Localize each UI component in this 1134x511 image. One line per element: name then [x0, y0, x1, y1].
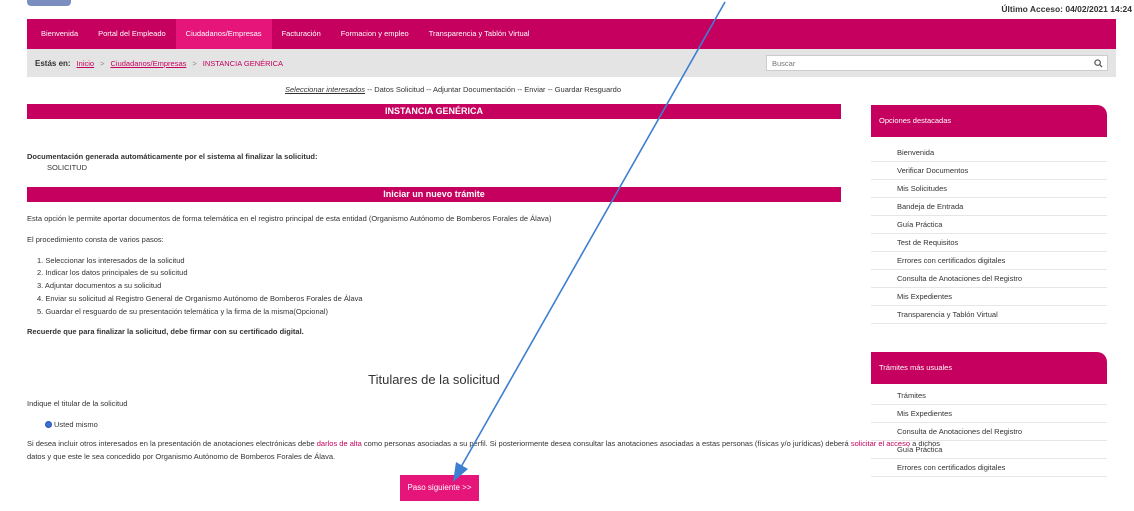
- logo: [27, 0, 71, 6]
- holders-title: Titulares de la solicitud: [368, 372, 500, 387]
- search-box: [766, 55, 1108, 71]
- holder-prompt: Indique el titular de la solicitud: [27, 399, 128, 408]
- sidebar-item-consulta-anotaciones[interactable]: Consulta de Anotaciones del Registro: [871, 270, 1107, 288]
- breadcrumb: Estás en: Inicio > Ciudadanos/Empresas >…: [27, 49, 1116, 77]
- procedure-step: 2. Indicar los datos principales de su s…: [37, 268, 188, 277]
- sidebar-item-errores-certificados[interactable]: Errores con certificados digitales: [871, 252, 1107, 270]
- signature-reminder: Recuerde que para finalizar la solicitud…: [27, 327, 304, 336]
- breadcrumb-separator: >: [100, 58, 105, 68]
- instance-title: INSTANCIA GENÉRICA: [27, 104, 841, 119]
- search-input[interactable]: [767, 56, 1089, 70]
- procedure-step: 4. Enviar su solicitud al Registro Gener…: [37, 294, 363, 303]
- wizard-step-current: Seleccionar interesados: [285, 85, 366, 94]
- breadcrumb-label: Estás en:: [35, 58, 71, 68]
- register-associates-link[interactable]: darlos de alta: [317, 439, 362, 448]
- doc-generated-label: Documentación generada automáticamente p…: [27, 152, 318, 161]
- holders-info: Si desea incluir otros interesados en la…: [27, 439, 940, 448]
- breadcrumb-current: INSTANCIA GENÉRICA: [202, 58, 284, 68]
- holders-info-text: como personas asociadas a su perfil. Si …: [361, 439, 851, 448]
- nav-item-facturacion[interactable]: Facturación: [272, 19, 331, 49]
- featured-options-panel: Opciones destacadas Bienvenida Verificar…: [871, 105, 1107, 324]
- last-access-label: Último Acceso: 04/02/2021 14:24: [1001, 4, 1132, 14]
- sidebar-item-errores-certificados[interactable]: Errores con certificados digitales: [871, 459, 1107, 477]
- sidebar-item-bienvenida[interactable]: Bienvenida: [871, 144, 1107, 162]
- nav-item-ciudadanos-empresas[interactable]: Ciudadanos/Empresas: [175, 19, 272, 49]
- breadcrumb-inicio[interactable]: Inicio: [77, 59, 95, 68]
- sidebar-item-tramites[interactable]: Trámites: [871, 387, 1107, 405]
- holders-info-text: Si desea incluir otros interesados en la…: [27, 439, 317, 448]
- radio-selected-icon[interactable]: [45, 421, 52, 428]
- new-procedure-section: Iniciar un nuevo trámite: [27, 187, 841, 202]
- nav-item-transparencia[interactable]: Transparencia y Tablón Virtual: [419, 19, 540, 49]
- usual-procedures-title: Trámites más usuales: [871, 352, 1107, 384]
- holders-info-line2: datos y que este le sea concedido por Or…: [27, 452, 336, 461]
- holder-option-label: Usted mismo: [54, 420, 98, 429]
- breadcrumb-ciudadanos[interactable]: Ciudadanos/Empresas: [110, 59, 186, 68]
- breadcrumb-separator: >: [192, 58, 197, 68]
- usual-procedures-panel: Trámites más usuales Trámites Mis Expedi…: [871, 352, 1107, 477]
- sidebar-item-mis-solicitudes[interactable]: Mis Solicitudes: [871, 180, 1107, 198]
- procedure-step: 5. Guardar el resguardo de su presentaci…: [37, 307, 328, 316]
- wizard-steps-rest: -- Datos Solicitud -- Adjuntar Documenta…: [365, 85, 621, 94]
- top-strip: Último Acceso: 04/02/2021 14:24: [0, 0, 1134, 19]
- new-procedure-title: Iniciar un nuevo trámite: [27, 187, 841, 202]
- procedure-step: 1. Seleccionar los interesados de la sol…: [37, 256, 185, 265]
- sidebar-item-test-requisitos[interactable]: Test de Requisitos: [871, 234, 1107, 252]
- steps-label: El procedimiento consta de varios pasos:: [27, 235, 164, 244]
- nav-item-bienvenida[interactable]: Bienvenida: [31, 19, 88, 49]
- nav-item-formacion-empleo[interactable]: Formacion y empleo: [331, 19, 419, 49]
- procedure-step: 3. Adjuntar documentos a su solicitud: [37, 281, 162, 290]
- doc-generated-value: SOLICITUD: [47, 163, 88, 172]
- sidebar-item-guia-practica[interactable]: Guía Práctica: [871, 441, 1107, 459]
- new-procedure-intro: Esta opción le permite aportar documento…: [27, 214, 552, 223]
- sidebar-item-bandeja-entrada[interactable]: Bandeja de Entrada: [871, 198, 1107, 216]
- sidebar-item-mis-expedientes[interactable]: Mis Expedientes: [871, 288, 1107, 306]
- next-step-button[interactable]: Paso siguiente >>: [400, 475, 479, 501]
- sidebar-item-consulta-anotaciones[interactable]: Consulta de Anotaciones del Registro: [871, 423, 1107, 441]
- holder-option-self[interactable]: Usted mismo: [45, 420, 98, 429]
- featured-options-title: Opciones destacadas: [871, 105, 1107, 137]
- main-nav: Bienvenida Portal del Empleado Ciudadano…: [27, 19, 1116, 49]
- nav-item-portal-empleado[interactable]: Portal del Empleado: [88, 19, 176, 49]
- main-content: INSTANCIA GENÉRICA: [27, 104, 841, 119]
- sidebar-item-guia-practica[interactable]: Guía Práctica: [871, 216, 1107, 234]
- sidebar-item-mis-expedientes[interactable]: Mis Expedientes: [871, 405, 1107, 423]
- sidebar-item-transparencia[interactable]: Transparencia y Tablón Virtual: [871, 306, 1107, 324]
- sidebar-item-verificar-documentos[interactable]: Verificar Documentos: [871, 162, 1107, 180]
- search-icon[interactable]: [1089, 56, 1107, 70]
- wizard-steps: Seleccionar interesados -- Datos Solicit…: [285, 85, 621, 94]
